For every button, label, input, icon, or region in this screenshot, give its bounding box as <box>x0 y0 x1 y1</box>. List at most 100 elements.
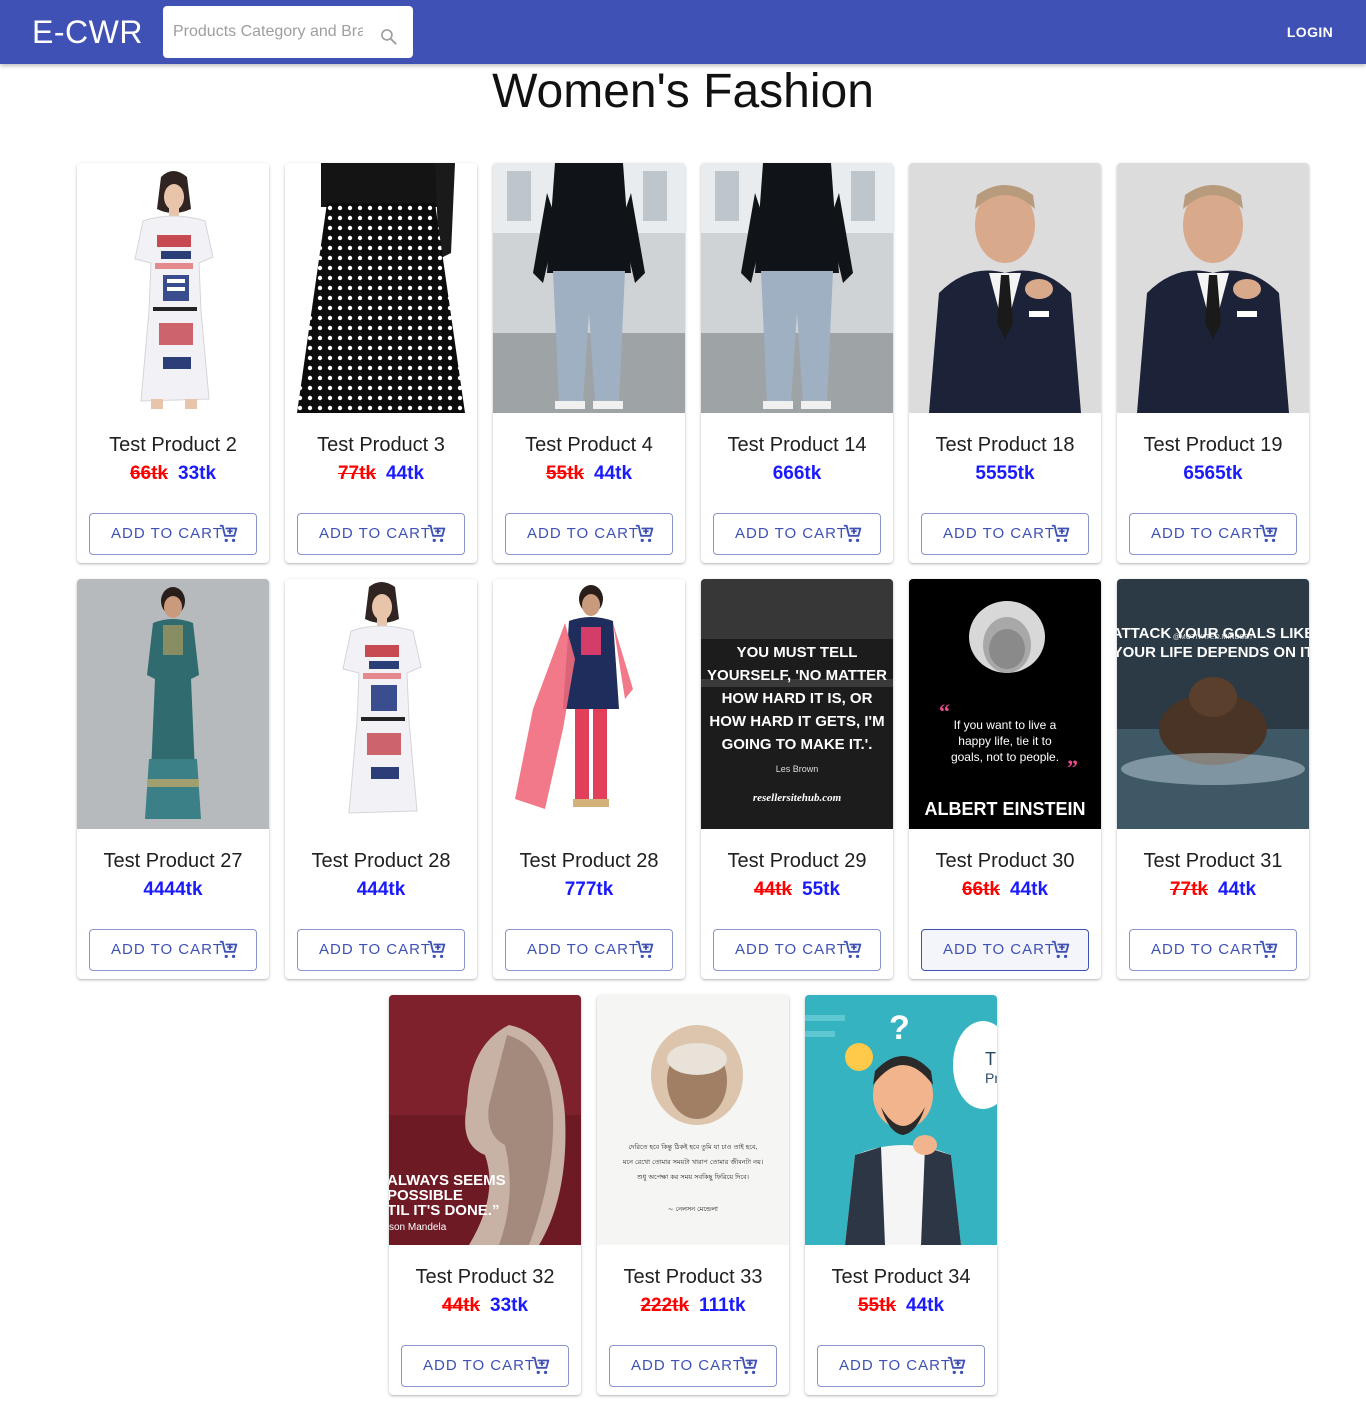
product-image[interactable] <box>909 163 1101 413</box>
current-price: 44tk <box>594 463 633 484</box>
add-to-cart-label: ADD TO CART <box>1151 941 1263 958</box>
product-price: 44tk 55tk <box>701 878 893 902</box>
product-price: 666tk <box>701 462 893 486</box>
product-price: 777tk <box>493 878 685 902</box>
product-name[interactable]: Test Product 34 <box>805 1265 997 1289</box>
product-price: 6565tk <box>1117 462 1309 486</box>
product-image[interactable] <box>77 579 269 829</box>
product-card[interactable]: দেরিতে হবে কিন্তু ঠিকই হবে তুমি যা চাও ত… <box>597 995 789 1395</box>
search-box[interactable] <box>163 6 413 58</box>
product-name[interactable]: Test Product 31 <box>1117 849 1309 873</box>
old-price: 222tk <box>640 1295 690 1316</box>
product-card[interactable]: Test Product 3 77tk 44tk ADD TO CART <box>285 163 477 563</box>
add-to-cart-button[interactable]: ADD TO CART <box>921 513 1089 555</box>
add-to-cart-button[interactable]: ADD TO CART <box>505 929 673 971</box>
product-name[interactable]: Test Product 18 <box>909 433 1101 457</box>
product-price: 55tk 44tk <box>493 462 685 486</box>
product-image[interactable]: YOU MUST TELL YOURSELF, 'NO MATTER HOW H… <box>701 579 893 829</box>
add-to-cart-button[interactable]: ADD TO CART <box>1129 513 1297 555</box>
product-image[interactable]: “ If you want to live a happy life, tie … <box>909 579 1101 829</box>
add-to-cart-button[interactable]: ADD TO CART <box>1129 929 1297 971</box>
add-to-cart-button[interactable]: ADD TO CART <box>609 1345 777 1387</box>
add-to-cart-button[interactable]: ADD TO CART <box>505 513 673 555</box>
search-input[interactable] <box>173 20 363 44</box>
product-name[interactable]: Test Product 29 <box>701 849 893 873</box>
product-image[interactable] <box>285 579 477 829</box>
add-shopping-cart-icon <box>635 524 654 543</box>
product-name[interactable]: Test Product 33 <box>597 1265 789 1289</box>
poster-quote-line: ATTACK YOUR GOALS LIKE <box>1117 625 1309 642</box>
product-image[interactable] <box>493 163 685 413</box>
poster-quote-line: GOING TO MAKE IT.'. <box>722 736 873 753</box>
product-image[interactable]: ALWAYS SEEMS POSSIBLE TIL IT'S DONE.” so… <box>389 995 581 1245</box>
product-price: 77tk 44tk <box>285 462 477 486</box>
product-card[interactable]: ALWAYS SEEMS POSSIBLE TIL IT'S DONE.” so… <box>389 995 581 1395</box>
product-card[interactable]: Test Product 18 5555tk ADD TO CART <box>909 163 1101 563</box>
product-price: 66tk 33tk <box>77 462 269 486</box>
product-card[interactable]: Test Product 14 666tk ADD TO CART <box>701 163 893 563</box>
current-price: 444tk <box>356 879 406 900</box>
poster-quote-line: শুধু অপেক্ষা কর সময় সবকিছু ফিরিয়ে দিবে… <box>636 1173 749 1181</box>
product-name[interactable]: Test Product 2 <box>77 433 269 457</box>
add-to-cart-label: ADD TO CART <box>943 941 1055 958</box>
add-to-cart-button[interactable]: ADD TO CART <box>713 929 881 971</box>
product-image[interactable]: দেরিতে হবে কিন্তু ঠিকই হবে তুমি যা চাও ত… <box>597 995 789 1245</box>
product-image[interactable] <box>1117 163 1309 413</box>
add-to-cart-label: ADD TO CART <box>319 525 431 542</box>
product-price: 4444tk <box>77 878 269 902</box>
add-shopping-cart-icon <box>1259 940 1278 959</box>
product-card[interactable]: Test Product 28 777tk ADD TO CART <box>493 579 685 979</box>
product-name[interactable]: Test Product 28 <box>493 849 685 873</box>
product-name[interactable]: Test Product 32 <box>389 1265 581 1289</box>
current-price: 4444tk <box>143 879 203 900</box>
product-image[interactable] <box>493 579 685 829</box>
product-image[interactable] <box>285 163 477 413</box>
add-shopping-cart-icon <box>1259 524 1278 543</box>
product-card[interactable]: T Pr ? Test Product 34 55tk 44tk ADD TO C… <box>805 995 997 1395</box>
brand-logo[interactable]: E-CWR <box>32 12 143 52</box>
product-card[interactable]: Test Product 19 6565tk ADD TO CART <box>1117 163 1309 563</box>
add-shopping-cart-icon <box>219 524 238 543</box>
add-to-cart-button[interactable]: ADD TO CART <box>89 513 257 555</box>
old-price: 77tk <box>1169 879 1208 900</box>
poster-quote-line: HOW HARD IT GETS, I'M <box>709 713 884 730</box>
product-card[interactable]: “ If you want to live a happy life, tie … <box>909 579 1101 979</box>
search-icon[interactable] <box>379 27 399 47</box>
login-button[interactable]: LOGIN <box>1270 16 1350 48</box>
product-card[interactable]: Test Product 27 4444tk ADD TO CART <box>77 579 269 979</box>
product-image[interactable] <box>77 163 269 413</box>
poster-author: son Mandela <box>389 1222 447 1233</box>
product-name[interactable]: Test Product 3 <box>285 433 477 457</box>
product-name[interactable]: Test Product 27 <box>77 849 269 873</box>
poster-quote-line: goals, not to people. <box>951 750 1059 764</box>
add-to-cart-button[interactable]: ADD TO CART <box>401 1345 569 1387</box>
product-image[interactable]: @MOTIVATED.MINDSET ATTACK YOUR GOALS LIK… <box>1117 579 1309 829</box>
add-to-cart-button[interactable]: ADD TO CART <box>817 1345 985 1387</box>
old-price: 55tk <box>857 1295 896 1316</box>
old-price: 77tk <box>337 463 376 484</box>
poster-author: ALBERT EINSTEIN <box>924 799 1085 819</box>
product-name[interactable]: Test Product 28 <box>285 849 477 873</box>
poster-quote-line: happy life, tie it to <box>958 734 1052 748</box>
add-to-cart-label: ADD TO CART <box>527 941 639 958</box>
product-card[interactable]: Test Product 2 66tk 33tk ADD TO CART <box>77 163 269 563</box>
product-name[interactable]: Test Product 4 <box>493 433 685 457</box>
product-image[interactable] <box>701 163 893 413</box>
add-to-cart-button[interactable]: ADD TO CART <box>297 513 465 555</box>
product-card[interactable]: YOU MUST TELL YOURSELF, 'NO MATTER HOW H… <box>701 579 893 979</box>
product-name[interactable]: Test Product 30 <box>909 849 1101 873</box>
current-price: 33tk <box>490 1295 529 1316</box>
product-price: 55tk 44tk <box>805 1294 997 1318</box>
product-card[interactable]: Test Product 28 444tk ADD TO CART <box>285 579 477 979</box>
product-card[interactable]: @MOTIVATED.MINDSET ATTACK YOUR GOALS LIK… <box>1117 579 1309 979</box>
add-to-cart-button[interactable]: ADD TO CART <box>297 929 465 971</box>
add-to-cart-label: ADD TO CART <box>423 1357 535 1374</box>
add-to-cart-button[interactable]: ADD TO CART <box>89 929 257 971</box>
add-to-cart-button[interactable]: ADD TO CART <box>713 513 881 555</box>
product-name[interactable]: Test Product 19 <box>1117 433 1309 457</box>
add-to-cart-button[interactable]: ADD TO CART <box>921 929 1089 971</box>
product-name[interactable]: Test Product 14 <box>701 433 893 457</box>
product-image[interactable]: T Pr ? <box>805 995 997 1245</box>
product-card[interactable]: Test Product 4 55tk 44tk ADD TO CART <box>493 163 685 563</box>
poster-quote-line: YOURSELF, 'NO MATTER <box>707 667 887 684</box>
